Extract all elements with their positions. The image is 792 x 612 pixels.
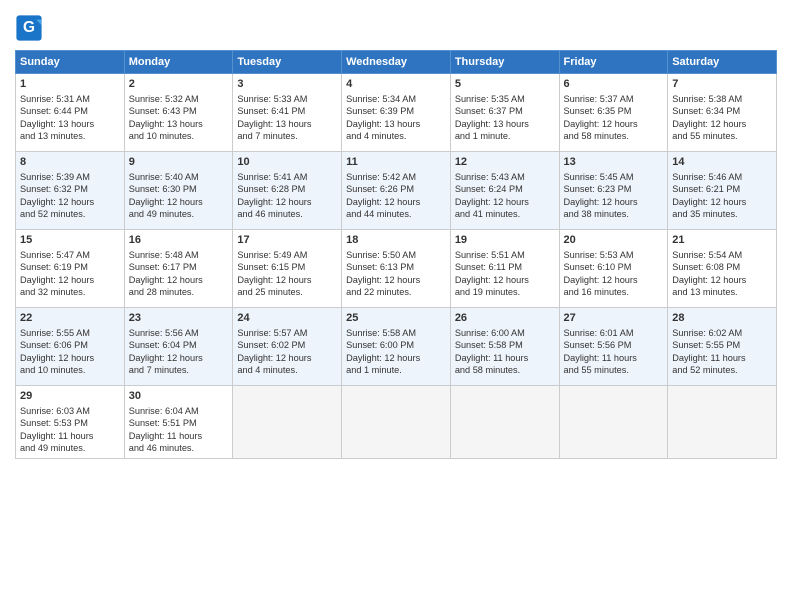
day-number: 14 bbox=[672, 155, 772, 170]
calendar-cell: 13Sunrise: 5:45 AMSunset: 6:23 PMDayligh… bbox=[559, 152, 668, 230]
calendar-cell: 6Sunrise: 5:37 AMSunset: 6:35 PMDaylight… bbox=[559, 74, 668, 152]
day-number: 27 bbox=[564, 311, 664, 326]
calendar-cell: 20Sunrise: 5:53 AMSunset: 6:10 PMDayligh… bbox=[559, 230, 668, 308]
calendar-cell: 11Sunrise: 5:42 AMSunset: 6:26 PMDayligh… bbox=[342, 152, 451, 230]
day-number: 28 bbox=[672, 311, 772, 326]
day-number: 3 bbox=[237, 77, 337, 92]
day-number: 5 bbox=[455, 77, 555, 92]
calendar-cell: 2Sunrise: 5:32 AMSunset: 6:43 PMDaylight… bbox=[124, 74, 233, 152]
week-row-5: 29Sunrise: 6:03 AMSunset: 5:53 PMDayligh… bbox=[16, 386, 777, 459]
day-number: 16 bbox=[129, 233, 229, 248]
day-number: 21 bbox=[672, 233, 772, 248]
day-number: 7 bbox=[672, 77, 772, 92]
calendar-cell: 29Sunrise: 6:03 AMSunset: 5:53 PMDayligh… bbox=[16, 386, 125, 459]
calendar-cell: 25Sunrise: 5:58 AMSunset: 6:00 PMDayligh… bbox=[342, 308, 451, 386]
day-number: 2 bbox=[129, 77, 229, 92]
weekday-header-monday: Monday bbox=[124, 51, 233, 74]
day-number: 30 bbox=[129, 389, 229, 404]
day-number: 6 bbox=[564, 77, 664, 92]
calendar-cell: 10Sunrise: 5:41 AMSunset: 6:28 PMDayligh… bbox=[233, 152, 342, 230]
day-number: 20 bbox=[564, 233, 664, 248]
calendar-cell bbox=[559, 386, 668, 459]
day-number: 1 bbox=[20, 77, 120, 92]
calendar-cell: 22Sunrise: 5:55 AMSunset: 6:06 PMDayligh… bbox=[16, 308, 125, 386]
weekday-header-wednesday: Wednesday bbox=[342, 51, 451, 74]
weekday-header-saturday: Saturday bbox=[668, 51, 777, 74]
day-number: 8 bbox=[20, 155, 120, 170]
calendar-body: 1Sunrise: 5:31 AMSunset: 6:44 PMDaylight… bbox=[16, 74, 777, 459]
day-number: 11 bbox=[346, 155, 446, 170]
day-number: 15 bbox=[20, 233, 120, 248]
calendar-cell bbox=[450, 386, 559, 459]
calendar-cell: 4Sunrise: 5:34 AMSunset: 6:39 PMDaylight… bbox=[342, 74, 451, 152]
week-row-4: 22Sunrise: 5:55 AMSunset: 6:06 PMDayligh… bbox=[16, 308, 777, 386]
day-number: 10 bbox=[237, 155, 337, 170]
calendar-cell: 1Sunrise: 5:31 AMSunset: 6:44 PMDaylight… bbox=[16, 74, 125, 152]
calendar-cell: 5Sunrise: 5:35 AMSunset: 6:37 PMDaylight… bbox=[450, 74, 559, 152]
calendar-cell: 30Sunrise: 6:04 AMSunset: 5:51 PMDayligh… bbox=[124, 386, 233, 459]
calendar-cell: 14Sunrise: 5:46 AMSunset: 6:21 PMDayligh… bbox=[668, 152, 777, 230]
logo-icon: G bbox=[15, 14, 43, 42]
calendar-cell: 15Sunrise: 5:47 AMSunset: 6:19 PMDayligh… bbox=[16, 230, 125, 308]
calendar-cell: 17Sunrise: 5:49 AMSunset: 6:15 PMDayligh… bbox=[233, 230, 342, 308]
day-number: 26 bbox=[455, 311, 555, 326]
calendar-cell: 16Sunrise: 5:48 AMSunset: 6:17 PMDayligh… bbox=[124, 230, 233, 308]
weekday-header-friday: Friday bbox=[559, 51, 668, 74]
weekday-header-sunday: Sunday bbox=[16, 51, 125, 74]
day-number: 23 bbox=[129, 311, 229, 326]
main-container: G SundayMondayTuesdayWednesdayThursdayFr… bbox=[0, 0, 792, 469]
week-row-3: 15Sunrise: 5:47 AMSunset: 6:19 PMDayligh… bbox=[16, 230, 777, 308]
day-number: 4 bbox=[346, 77, 446, 92]
weekday-header-tuesday: Tuesday bbox=[233, 51, 342, 74]
calendar-cell: 24Sunrise: 5:57 AMSunset: 6:02 PMDayligh… bbox=[233, 308, 342, 386]
header: G bbox=[15, 10, 777, 42]
day-number: 9 bbox=[129, 155, 229, 170]
weekday-header-thursday: Thursday bbox=[450, 51, 559, 74]
calendar-header: SundayMondayTuesdayWednesdayThursdayFrid… bbox=[16, 51, 777, 74]
calendar-cell: 3Sunrise: 5:33 AMSunset: 6:41 PMDaylight… bbox=[233, 74, 342, 152]
calendar-cell: 26Sunrise: 6:00 AMSunset: 5:58 PMDayligh… bbox=[450, 308, 559, 386]
day-number: 18 bbox=[346, 233, 446, 248]
calendar-cell: 9Sunrise: 5:40 AMSunset: 6:30 PMDaylight… bbox=[124, 152, 233, 230]
week-row-2: 8Sunrise: 5:39 AMSunset: 6:32 PMDaylight… bbox=[16, 152, 777, 230]
day-number: 24 bbox=[237, 311, 337, 326]
day-number: 17 bbox=[237, 233, 337, 248]
calendar-cell bbox=[342, 386, 451, 459]
svg-text:G: G bbox=[23, 19, 35, 36]
calendar-cell: 7Sunrise: 5:38 AMSunset: 6:34 PMDaylight… bbox=[668, 74, 777, 152]
logo: G bbox=[15, 14, 45, 42]
calendar-table: SundayMondayTuesdayWednesdayThursdayFrid… bbox=[15, 50, 777, 459]
day-number: 13 bbox=[564, 155, 664, 170]
calendar-cell: 12Sunrise: 5:43 AMSunset: 6:24 PMDayligh… bbox=[450, 152, 559, 230]
calendar-cell: 27Sunrise: 6:01 AMSunset: 5:56 PMDayligh… bbox=[559, 308, 668, 386]
calendar-cell bbox=[668, 386, 777, 459]
calendar-cell: 19Sunrise: 5:51 AMSunset: 6:11 PMDayligh… bbox=[450, 230, 559, 308]
day-number: 22 bbox=[20, 311, 120, 326]
day-number: 25 bbox=[346, 311, 446, 326]
weekday-row: SundayMondayTuesdayWednesdayThursdayFrid… bbox=[16, 51, 777, 74]
calendar-cell: 8Sunrise: 5:39 AMSunset: 6:32 PMDaylight… bbox=[16, 152, 125, 230]
calendar-cell: 23Sunrise: 5:56 AMSunset: 6:04 PMDayligh… bbox=[124, 308, 233, 386]
week-row-1: 1Sunrise: 5:31 AMSunset: 6:44 PMDaylight… bbox=[16, 74, 777, 152]
calendar-cell: 28Sunrise: 6:02 AMSunset: 5:55 PMDayligh… bbox=[668, 308, 777, 386]
day-number: 12 bbox=[455, 155, 555, 170]
calendar-cell: 21Sunrise: 5:54 AMSunset: 6:08 PMDayligh… bbox=[668, 230, 777, 308]
day-number: 19 bbox=[455, 233, 555, 248]
day-number: 29 bbox=[20, 389, 120, 404]
calendar-cell bbox=[233, 386, 342, 459]
calendar-cell: 18Sunrise: 5:50 AMSunset: 6:13 PMDayligh… bbox=[342, 230, 451, 308]
